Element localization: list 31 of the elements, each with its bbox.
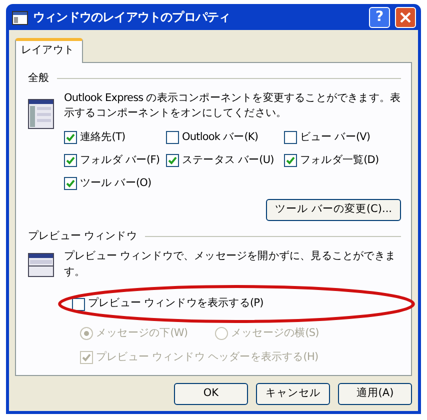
window-title: ウィンドウのレイアウトのプロパティ [33, 9, 232, 26]
checkbox[interactable] [64, 154, 77, 168]
checkbox-label[interactable]: フォルダ一覧(D) [300, 152, 379, 168]
checkbox[interactable] [166, 154, 179, 168]
checkbox[interactable] [64, 131, 77, 144]
checkbox[interactable] [284, 154, 297, 168]
tab[interactable]: レイアウト [15, 38, 84, 63]
apply-button[interactable]: 適用(A) [338, 383, 412, 405]
close-button[interactable] [395, 6, 416, 28]
layout-icon [28, 98, 54, 128]
checkbox-label[interactable]: ステータス バー(U) [182, 152, 274, 168]
section-heading: 全般 [28, 70, 50, 86]
window-icon [12, 8, 28, 26]
section-heading: プレビュー ウィンドウ [28, 229, 137, 244]
cancel-button[interactable]: キャンセル [256, 383, 330, 405]
ok-button[interactable]: OK [174, 383, 248, 405]
checkbox[interactable] [284, 131, 297, 144]
checkbox[interactable] [166, 131, 179, 144]
checkbox[interactable] [64, 176, 77, 190]
toolbar-button[interactable]: ツール バーの変更(C)... [266, 199, 401, 221]
checkbox-label[interactable]: ビュー バー(V) [300, 130, 370, 146]
checkbox-label[interactable]: 連絡先(T) [80, 130, 126, 146]
help-button[interactable]: ? [369, 6, 390, 28]
description: プレビュー ウィンドウで、メッセージを開かずに、見ることができます。 [64, 248, 397, 280]
close-icon [400, 12, 411, 22]
preview-icon [28, 252, 54, 277]
description: Outlook Express の表示コンポーネントを変更することができます。表示するコンポーネントをオンにしてください。 [64, 90, 401, 122]
checkbox-label[interactable]: Outlook バー(K) [182, 130, 258, 146]
checkbox-label[interactable]: フォルダ バー(F) [80, 152, 160, 168]
checkbox-label[interactable]: ツール バー(O) [80, 176, 152, 192]
checkbox[interactable] [72, 298, 85, 311]
